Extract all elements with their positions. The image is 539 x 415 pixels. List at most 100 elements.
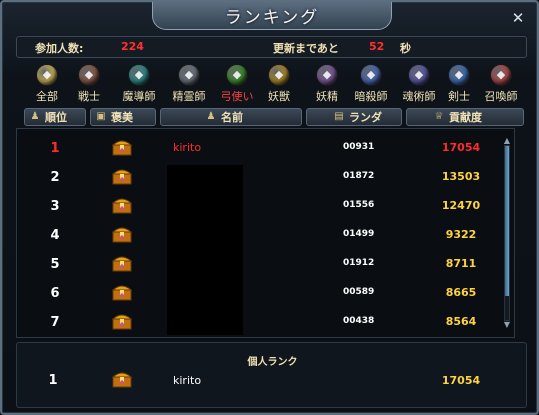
treasure-chest-icon[interactable]	[111, 369, 133, 389]
stats-bar: 参加人数: 224 更新まであと 52 秒	[16, 36, 527, 58]
warrior-icon: ◆	[78, 64, 100, 86]
rank-number: 5	[50, 257, 60, 272]
treasure-chest-icon[interactable]	[111, 137, 133, 157]
treasure-chest-icon[interactable]	[111, 195, 133, 215]
class-tab-10[interactable]: ◆ 召喚師	[480, 64, 522, 104]
class-tab-label: 召喚師	[484, 90, 518, 103]
contribution-value: 12470	[441, 199, 481, 212]
rank-number: 2	[50, 170, 60, 185]
window-title: ランキング	[224, 8, 320, 28]
class-tab-4[interactable]: ◆ 弓使い	[216, 64, 258, 104]
document-icon: ▤	[334, 111, 344, 122]
header-rank[interactable]: ♟ 順位	[24, 108, 86, 126]
person-icon: ♟	[206, 111, 216, 122]
class-tab-3[interactable]: ◆ 精霊師	[168, 64, 210, 104]
player-name[interactable]: kirito	[173, 141, 201, 154]
personal-contribution: 17054	[441, 374, 481, 387]
contribution-value: 8711	[445, 257, 477, 270]
random-value: 01912	[343, 258, 375, 268]
random-value: 01556	[343, 200, 375, 210]
class-tab-0[interactable]: ◆ 全部	[26, 64, 68, 104]
class-tab-label: 魔導師	[122, 90, 156, 103]
header-reward-label: 褒美	[111, 111, 133, 124]
class-tab-9[interactable]: ◆ 剣士	[438, 64, 480, 104]
class-tab-label: 妖獣	[268, 90, 290, 103]
fairy-icon: ◆	[316, 64, 338, 86]
rank-number: 7	[50, 315, 60, 330]
class-tab-6[interactable]: ◆ 妖精	[306, 64, 348, 104]
sword-icon: ◆	[448, 64, 470, 86]
random-value: 00589	[343, 287, 375, 297]
header-name[interactable]: ♟ 名前	[160, 108, 302, 126]
contribution-value: 8564	[445, 315, 477, 328]
trophy-icon: ♕	[434, 111, 444, 122]
participants-label: 参加人数:	[35, 42, 84, 55]
update-value: 52	[369, 40, 385, 53]
header-random-label: ランダ	[349, 111, 382, 124]
yin-yang-icon: ◆	[128, 64, 150, 86]
treasure-chest-icon[interactable]	[111, 311, 133, 331]
class-tab-label: 妖精	[316, 90, 338, 103]
table-row[interactable]: 6 00589 8665	[17, 278, 514, 308]
class-tab-1[interactable]: ◆ 戦士	[68, 64, 110, 104]
smiley-icon: ◆	[36, 64, 58, 86]
class-tab-label: 精霊師	[172, 90, 206, 103]
treasure-chest-icon[interactable]	[111, 253, 133, 273]
table-row[interactable]: 7 00438 8564	[17, 307, 514, 337]
class-tab-label: 暗殺師	[354, 90, 388, 103]
random-value: 00438	[343, 316, 375, 326]
table-row[interactable]: 3 01556 12470	[17, 191, 514, 221]
class-tab-label: 弓使い	[220, 90, 254, 103]
rank-number: 4	[50, 228, 60, 243]
header-name-label: 名前	[221, 111, 243, 124]
contribution-value: 8665	[445, 286, 477, 299]
update-unit: 秒	[400, 42, 411, 55]
soul-icon: ◆	[408, 64, 430, 86]
header-reward[interactable]: ▣ 褒美	[90, 108, 156, 126]
ranking-window: ランキング ✕ 参加人数: 224 更新まであと 52 秒 ◆ 全部 ◆ 戦士 ◆ 魔導師…	[0, 0, 539, 415]
contribution-value: 17054	[441, 141, 481, 154]
spirit-icon: ◆	[178, 64, 200, 86]
random-value: 01499	[343, 229, 375, 239]
assassin-icon: ◆	[360, 64, 382, 86]
class-tab-2[interactable]: ◆ 魔導師	[118, 64, 160, 104]
treasure-chest-icon[interactable]	[111, 166, 133, 186]
title-bar: ランキング	[152, 2, 392, 30]
header-contribution-label: 貢献度	[449, 111, 482, 124]
header-random[interactable]: ▤ ランダ	[306, 108, 402, 126]
class-tab-label: 戦士	[78, 90, 100, 103]
class-tab-5[interactable]: ◆ 妖獣	[258, 64, 300, 104]
contribution-value: 9322	[445, 228, 477, 241]
header-contribution[interactable]: ♕ 貢献度	[406, 108, 524, 126]
rank-number: 3	[50, 199, 60, 214]
chest-icon: ▣	[96, 111, 106, 122]
person-icon: ♟	[30, 111, 40, 122]
class-tab-label: 魂術師	[402, 90, 436, 103]
rank-number: 6	[50, 286, 60, 301]
participants-value: 224	[121, 40, 144, 53]
update-label: 更新まであと	[273, 42, 339, 55]
table-row[interactable]: 2 01872 13503	[17, 162, 514, 192]
contribution-value: 13503	[441, 170, 481, 183]
class-tab-label: 全部	[36, 90, 58, 103]
table-row[interactable]: 5 01912 8711	[17, 249, 514, 279]
summoner-icon: ◆	[490, 64, 512, 86]
personal-name: kirito	[173, 374, 202, 387]
class-filter-tabs: ◆ 全部 ◆ 戦士 ◆ 魔導師 ◆ 精霊師 ◆ 弓使い ◆ 妖獣 ◆ 妖精 ◆ 暗殺師 ◆ 魂術師 ◆ 剣士 ◆ 召喚師	[26, 64, 526, 104]
class-tab-7[interactable]: ◆ 暗殺師	[350, 64, 392, 104]
treasure-chest-icon[interactable]	[111, 282, 133, 302]
table-row[interactable]: 1 kirito 00931 17054	[17, 133, 514, 163]
personal-rank-number: 1	[48, 373, 58, 388]
archer-icon: ◆	[226, 64, 248, 86]
class-tab-8[interactable]: ◆ 魂術師	[398, 64, 440, 104]
header-rank-label: 順位	[45, 111, 67, 124]
random-value: 00931	[343, 142, 375, 152]
treasure-chest-icon[interactable]	[111, 224, 133, 244]
table-row[interactable]: 4 01499 9322	[17, 220, 514, 250]
close-icon[interactable]: ✕	[509, 9, 527, 27]
random-value: 01872	[343, 171, 375, 181]
rank-number: 1	[50, 141, 60, 156]
column-headers: ♟ 順位 ▣ 褒美 ♟ 名前 ▤ ランダ ♕ 貢献度	[16, 108, 527, 126]
beast-icon: ◆	[268, 64, 290, 86]
personal-rank-title: 個人ランク	[247, 357, 298, 368]
